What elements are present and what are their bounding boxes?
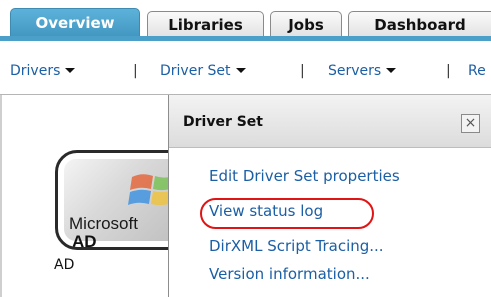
- driver-name-label: AD: [54, 257, 75, 273]
- driver-set-popup: Driver Set × Edit Driver Set properties …: [168, 95, 491, 297]
- version-information-link[interactable]: Version information...: [209, 265, 370, 283]
- chevron-down-icon: [235, 68, 246, 73]
- tab-bar: Overview Libraries Jobs Dashboard: [0, 0, 491, 41]
- edit-driver-set-properties-link[interactable]: Edit Driver Set properties: [209, 167, 400, 185]
- popup-header: Driver Set ×: [169, 95, 491, 148]
- menu-separator: |: [300, 63, 305, 79]
- menu-driver-set[interactable]: Driver Set: [160, 63, 246, 79]
- menu-drivers[interactable]: Drivers: [10, 63, 76, 79]
- menu-separator: |: [446, 63, 451, 79]
- menu-reports-label: Re: [468, 63, 486, 79]
- menu-bar: Drivers | Driver Set | Servers | Re: [0, 41, 491, 95]
- menu-servers-label: Servers: [328, 63, 382, 79]
- chevron-down-icon: [65, 68, 76, 73]
- menu-separator: |: [133, 63, 138, 79]
- menu-reports[interactable]: Re: [468, 63, 486, 79]
- menu-servers[interactable]: Servers: [328, 63, 397, 79]
- driver-logo-text: Microsoft: [69, 214, 138, 233]
- popup-title: Driver Set: [183, 114, 263, 130]
- menu-drivers-label: Drivers: [10, 63, 61, 79]
- chevron-down-icon: [386, 68, 397, 73]
- menu-driver-set-label: Driver Set: [160, 63, 231, 79]
- driver-logo-abbr: AD: [72, 232, 97, 250]
- highlight-ring: [200, 198, 374, 229]
- canvas-border: [0, 95, 2, 297]
- dirxml-script-tracing-link[interactable]: DirXML Script Tracing...: [209, 237, 384, 255]
- close-icon[interactable]: ×: [461, 114, 480, 133]
